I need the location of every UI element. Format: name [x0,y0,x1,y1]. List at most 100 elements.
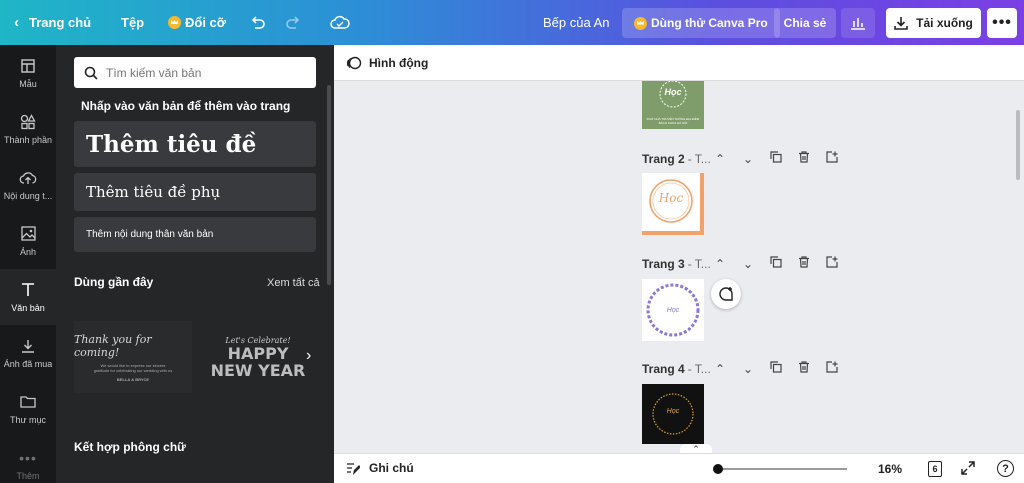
crown-icon [634,16,647,30]
rail-item-purchased[interactable]: Ảnh đã mua [0,325,56,381]
thumb-sub-text: We would like to express our sincere gra… [93,362,173,373]
duplicate-icon[interactable] [762,256,790,271]
rail-item-photos[interactable]: Ảnh [0,213,56,269]
chevron-down-icon[interactable]: ⌄ [734,362,762,376]
upload-icon [19,170,37,186]
resize-button[interactable]: Đổi cỡ [168,0,226,45]
image-icon [20,226,36,242]
trash-icon[interactable] [790,361,818,376]
rail-item-folders[interactable]: Thư mục [0,381,56,437]
page-tools: ⌃ ⌄ [706,151,846,166]
folder-icon [20,394,36,410]
page-label[interactable]: Trang 3 - T... [642,257,711,271]
duplicate-icon[interactable] [762,151,790,166]
panel-hint: Nhấp vào văn bản để thêm vào trang [81,99,291,113]
home-label: Trang chủ [29,15,92,30]
page-label[interactable]: Trang 2 - T... [642,152,711,166]
rail-item-more[interactable]: ••• Thêm [0,437,56,483]
comment-button[interactable] [711,279,741,309]
search-input[interactable] [106,65,306,80]
page-thumb-text: Học [664,87,682,97]
animate-label: Hình động [369,55,429,70]
undo-icon[interactable] [250,0,266,45]
panel-scrollbar[interactable] [327,85,331,285]
trash-icon[interactable] [790,256,818,271]
see-all-link[interactable]: Xem tất cả [267,277,320,289]
page-thumbnail[interactable]: Học PHỞ NHÀ TRUYỀN THỐNG ĐỊA ĐIỂM BÁCH K… [642,81,704,129]
zoom-slider-track[interactable] [717,468,847,470]
rail-item-elements[interactable]: Thành phần [0,101,56,157]
page-name: Trang 2 [642,152,685,166]
add-page-icon[interactable] [818,361,846,376]
page-label[interactable]: Trang 4 - T... [642,362,711,376]
page-tools: ⌃ ⌄ [706,256,846,271]
rail-item-templates[interactable]: Mẫu [0,45,56,101]
chevron-up-icon[interactable]: ⌃ [706,152,734,166]
thumb-big-text: HAPPY [227,343,289,363]
chevron-right-icon[interactable]: › [306,347,311,365]
share-button[interactable]: Chia sẻ [774,8,836,38]
download-label: Tải xuống [916,16,973,30]
thumb-footer-text: BELLA & BRYCE [116,376,150,382]
page-thumb-text: Học [658,191,684,205]
crown-icon [168,16,181,29]
add-subheading-button[interactable]: Thêm tiêu đề phụ [74,173,316,211]
rail-item-uploads[interactable]: Nội dung t... [0,157,56,213]
page-thumbnail[interactable]: Học [642,279,704,341]
cloud-saved-icon[interactable] [330,0,350,45]
stats-icon[interactable] [841,8,875,38]
bottom-bar: Ghi chú 16% 6 ? [334,453,1024,483]
page-name: Trang 3 [642,257,685,271]
animate-button[interactable]: Hình động [346,55,428,71]
redo-icon[interactable] [285,0,301,45]
fullscreen-icon[interactable] [961,461,975,480]
home-button[interactable]: ‹ Trang chủ [14,0,91,45]
more-options-button[interactable]: ••• [987,8,1017,38]
search-box[interactable] [74,57,316,88]
try-pro-button[interactable]: Dùng thử Canva Pro [622,8,780,38]
duplicate-icon[interactable] [762,361,790,376]
recent-text-thumbnail[interactable]: Let's Celebrate! HAPPY NEW YEAR [202,321,314,393]
rail-label: Ảnh đã mua [3,358,53,369]
add-body-text-button[interactable]: Thêm nội dung thân văn bản [74,217,316,252]
rail-label: Mẫu [19,78,37,89]
page-thumbnail[interactable]: Học [642,173,704,235]
text-icon [21,282,35,298]
help-icon[interactable]: ? [997,460,1014,477]
zoom-level[interactable]: 16% [878,462,902,476]
recent-text-thumbnail[interactable]: Thank you for coming! We would like to e… [74,321,192,393]
try-pro-label: Dùng thử Canva Pro [651,16,768,30]
chevron-up-icon[interactable]: ⌃ [706,362,734,376]
chevron-up-icon[interactable]: ⌃ [706,257,734,271]
text-panel: Nhấp vào văn bản để thêm vào trang Thêm … [56,45,334,483]
download-button[interactable]: Tải xuống [886,8,981,38]
chevron-left-icon: ‹ [14,14,19,31]
chevron-down-icon[interactable]: ⌄ [734,257,762,271]
notes-button[interactable]: Ghi chú [346,461,414,475]
page-count-icon[interactable]: 6 [928,461,942,477]
add-heading-button[interactable]: Thêm tiêu đề [74,121,316,167]
page-name: Trang 4 [642,362,685,376]
rail-label: Ảnh [19,246,36,257]
canvas-area[interactable]: Học PHỞ NHÀ TRUYỀN THỐNG ĐỊA ĐIỂM BÁCH K… [334,81,1024,453]
add-page-icon[interactable] [818,151,846,166]
owner-name[interactable]: Bếp của An [543,0,610,45]
top-bar: ‹ Trang chủ Tệp Đổi cỡ Bếp của An Dùng t… [0,0,1024,45]
recent-title: Dùng gần đây [74,275,154,289]
trash-icon[interactable] [790,151,818,166]
rail-item-text[interactable]: Văn bản [0,269,56,325]
shapes-icon [20,113,36,130]
zoom-slider-knob[interactable] [713,464,723,474]
file-menu-button[interactable]: Tệp [121,0,144,45]
page-thumb-text: Học [666,408,680,415]
page-thumbnail[interactable]: Học [642,384,704,444]
rail-label: Nội dung t... [3,190,53,201]
rail-label: Thêm [16,470,40,481]
rail-label: Thư mục [9,414,47,425]
secondary-toolbar: Hình động [334,45,1024,81]
layout-icon [21,58,35,74]
thumb-big-text: NEW YEAR [210,360,306,380]
chevron-down-icon[interactable]: ⌄ [734,152,762,166]
canvas-scrollbar[interactable] [1016,110,1020,180]
add-page-icon[interactable] [818,256,846,271]
